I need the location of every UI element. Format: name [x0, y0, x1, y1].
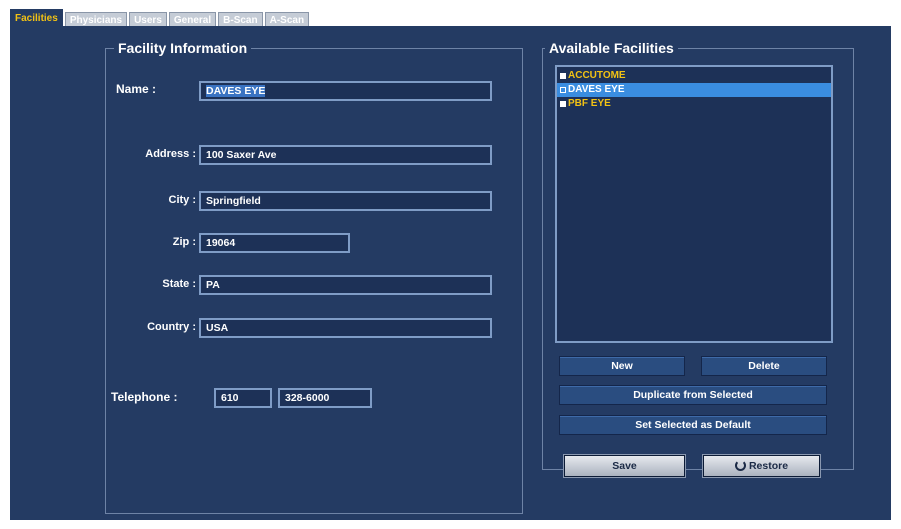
list-item-label: DAVES EYE	[568, 84, 625, 95]
available-facilities-group: Available Facilities ACCUTOME DAVES EYE …	[542, 40, 854, 470]
tab-general[interactable]: General	[168, 12, 217, 27]
tab-users[interactable]: Users	[129, 12, 167, 27]
facility-information-title: Facility Information	[114, 40, 252, 56]
address-label: Address :	[145, 148, 196, 160]
delete-button[interactable]: Delete	[701, 356, 827, 376]
bullet-icon	[560, 73, 566, 79]
tab-bar: Facilities Physicians Users General B-Sc…	[10, 8, 311, 27]
bullet-icon	[560, 87, 566, 93]
bullet-icon	[560, 101, 566, 107]
telephone-label: Telephone :	[111, 390, 178, 404]
list-item-accutome[interactable]: ACCUTOME	[557, 69, 831, 83]
restore-button[interactable]: Restore	[703, 455, 820, 477]
set-selected-as-default-button[interactable]: Set Selected as Default	[559, 415, 827, 435]
list-item-daves-eye[interactable]: DAVES EYE	[557, 83, 831, 97]
tab-b-scan[interactable]: B-Scan	[218, 12, 263, 27]
new-button[interactable]: New	[559, 356, 685, 376]
zip-field[interactable]: 19064	[199, 233, 350, 253]
duplicate-from-selected-button[interactable]: Duplicate from Selected	[559, 385, 827, 405]
country-label: Country :	[147, 321, 196, 333]
restore-label: Restore	[748, 460, 789, 472]
state-field[interactable]: PA	[199, 275, 492, 295]
telephone-area-field[interactable]: 610	[214, 388, 272, 408]
list-item-label: ACCUTOME	[568, 70, 626, 81]
tab-a-scan[interactable]: A-Scan	[264, 12, 310, 27]
city-field[interactable]: Springfield	[199, 191, 492, 211]
name-label: Name :	[116, 82, 157, 96]
name-field[interactable]: DAVES EYE	[199, 81, 492, 101]
facilities-panel: Facility Information Name : DAVES EYE Ad…	[10, 26, 891, 520]
available-facilities-title: Available Facilities	[545, 40, 678, 56]
city-label: City :	[168, 194, 197, 206]
telephone-number-field[interactable]: 328-6000	[278, 388, 372, 408]
facility-information-group: Facility Information Name : DAVES EYE Ad…	[105, 40, 523, 514]
facilities-list[interactable]: ACCUTOME DAVES EYE PBF EYE	[555, 65, 833, 343]
name-value: DAVES EYE	[206, 85, 266, 97]
zip-label: Zip :	[172, 236, 196, 248]
list-item-pbf-eye[interactable]: PBF EYE	[557, 97, 831, 111]
state-label: State :	[162, 278, 196, 290]
list-item-label: PBF EYE	[568, 98, 611, 109]
tab-physicians[interactable]: Physicians	[64, 12, 128, 27]
country-field[interactable]: USA	[199, 318, 492, 338]
address-field[interactable]: 100 Saxer Ave	[199, 145, 492, 165]
save-button[interactable]: Save	[564, 455, 685, 477]
tab-facilities[interactable]: Facilities	[10, 9, 63, 27]
restore-icon	[734, 460, 746, 471]
